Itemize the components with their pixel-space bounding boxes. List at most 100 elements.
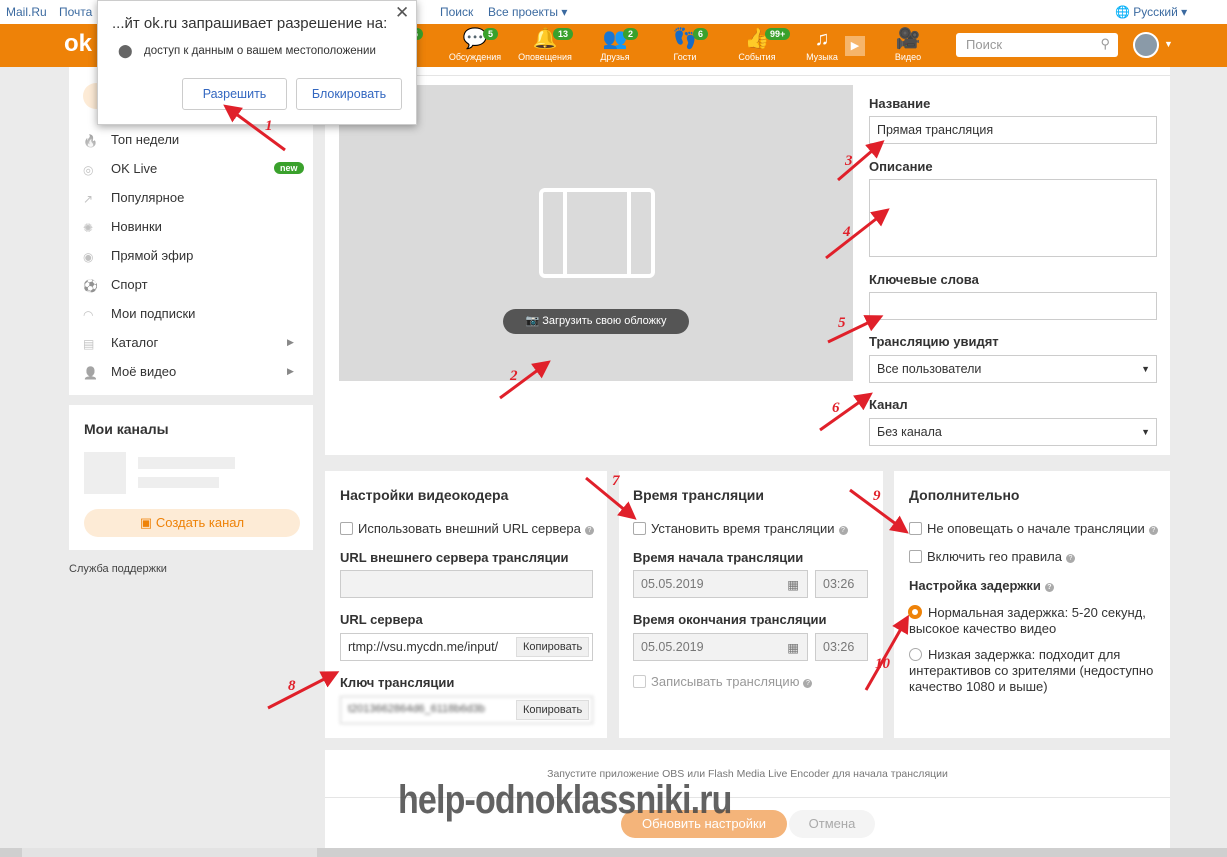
nav-label: Гости — [673, 52, 697, 62]
copy-server-url-button[interactable]: Копировать — [516, 637, 590, 657]
ok-logo[interactable]: ok — [64, 30, 92, 58]
watermark: help-odnoklassniki.ru — [398, 778, 732, 822]
copy-stream-key-button[interactable]: Копировать — [516, 700, 590, 720]
horizontal-scrollbar[interactable] — [0, 848, 1227, 857]
no-notify-label: Не оповещать о начале трансляции — [927, 521, 1145, 536]
nav-notifications[interactable]: 🔔 Оповещения 13 — [515, 26, 575, 62]
time-title: Время трансляции — [633, 487, 764, 503]
chevron-right-icon: ▶ — [287, 337, 294, 347]
nav-badge: 99+ — [765, 28, 791, 40]
end-date-input[interactable]: 05.05.2019 ▦ — [633, 633, 808, 661]
use-external-url-checkbox[interactable] — [340, 522, 353, 535]
language-select[interactable]: 🌐 Русский ▾ — [1115, 5, 1187, 19]
audience-label: Трансляцию увидят — [869, 334, 999, 349]
nav-friends[interactable]: 👥 Друзья 2 — [585, 26, 645, 62]
start-date-input[interactable]: 05.05.2019 ▦ — [633, 570, 808, 598]
help-icon[interactable]: ? — [584, 526, 594, 535]
sidebar-item[interactable]: ↗ Популярное — [69, 189, 313, 211]
sidebar-item-label: Топ недели — [111, 132, 180, 147]
divider — [325, 75, 1170, 76]
audience-select[interactable]: Все пользователи — [869, 355, 1157, 383]
film-icon — [539, 188, 655, 278]
nav-discussions[interactable]: 💬 Обсуждения 5 — [445, 26, 505, 62]
popup-title: ...йт ok.ru запрашивает разрешение на: — [112, 15, 388, 32]
record-checkbox[interactable] — [633, 675, 646, 688]
broadcast-icon: ◉ — [83, 250, 94, 264]
allow-button[interactable]: Разрешить — [182, 78, 287, 110]
start-time-label: Время начала трансляции — [633, 550, 804, 565]
start-time-input[interactable]: 03:26 — [815, 570, 868, 598]
user-icon: 👤 — [83, 366, 98, 380]
create-channel-label: Создать канал — [155, 515, 245, 530]
globe-icon: 🌐 — [1115, 5, 1130, 19]
my-channels-title: Мои каналы — [84, 421, 169, 437]
sidebar-item[interactable]: 👤 Моё видео ▶ — [69, 363, 313, 385]
support-link[interactable]: Служба поддержки — [69, 563, 167, 575]
sidebar-item-label: OK Live — [111, 161, 158, 176]
location-pin-icon: ⬤ — [118, 43, 133, 58]
nav-guests[interactable]: 👣 Гости 6 — [655, 26, 715, 62]
channel-label: Канал — [869, 397, 908, 412]
geo-rules-checkbox[interactable] — [909, 550, 922, 563]
channel-value: Без канала — [877, 425, 942, 439]
scrollbar-thumb[interactable] — [22, 848, 317, 857]
external-url-input[interactable] — [340, 570, 593, 598]
help-icon[interactable]: ? — [1065, 554, 1075, 563]
play-icon[interactable]: ▶ — [845, 36, 865, 56]
cancel-button[interactable]: Отмена — [789, 810, 875, 838]
sidebar-item[interactable]: ⚽ Спорт — [69, 276, 313, 298]
set-time-checkbox[interactable] — [633, 522, 646, 535]
link-mail[interactable]: Почта — [59, 5, 92, 19]
sidebar-item[interactable]: ✺ Новинки — [69, 218, 313, 240]
keywords-label: Ключевые слова — [869, 272, 979, 287]
calendar-icon[interactable]: ▦ — [787, 577, 799, 592]
sidebar-item-label: Мои подписки — [111, 306, 196, 321]
sidebar-item[interactable]: ◉ Прямой эфир — [69, 247, 313, 269]
search-input[interactable]: Поиск ⚲ — [956, 33, 1118, 57]
sidebar-item[interactable]: ▤ Каталог ▶ — [69, 334, 313, 356]
encoder-title: Настройки видеокодера — [340, 487, 509, 503]
stream-key-label: Ключ трансляции — [340, 675, 455, 690]
help-icon[interactable]: ? — [803, 679, 813, 688]
chevron-down-icon[interactable]: ▼ — [1164, 39, 1173, 49]
help-icon[interactable]: ? — [838, 526, 848, 535]
create-channel-button[interactable]: ▣ Создать канал — [84, 509, 300, 537]
skeleton-line — [138, 457, 235, 469]
block-button[interactable]: Блокировать — [296, 78, 402, 110]
sidebar-item[interactable]: 🔥 Топ недели — [69, 131, 313, 153]
end-time-label: Время окончания трансляции — [633, 612, 827, 627]
name-label: Название — [869, 96, 931, 111]
upload-cover-button[interactable]: 📷 Загрузить свою обложку — [503, 309, 689, 334]
no-notify-checkbox[interactable] — [909, 522, 922, 535]
calendar-icon[interactable]: ▦ — [787, 640, 799, 655]
name-input[interactable]: Прямая трансляция — [869, 116, 1157, 144]
camera-icon: 📷 — [525, 315, 540, 327]
nav-label: Обсуждения — [448, 52, 502, 62]
nav-video[interactable]: 🎥 Видео — [878, 26, 938, 62]
nav-badge: 2 — [623, 28, 639, 40]
rss-icon: ◠ — [83, 308, 94, 322]
end-time-input[interactable]: 03:26 — [815, 633, 868, 661]
record-label: Записывать трансляцию — [651, 674, 800, 689]
link-mailru[interactable]: Mail.Ru — [6, 5, 47, 19]
keywords-input[interactable] — [869, 292, 1157, 320]
nav-badge: 13 — [553, 28, 574, 40]
link-search[interactable]: Поиск — [440, 5, 473, 19]
description-label: Описание — [869, 159, 933, 174]
avatar[interactable] — [1133, 32, 1159, 58]
help-icon[interactable]: ? — [1148, 526, 1158, 535]
sidebar-item[interactable]: ◎ OK Live new — [69, 160, 313, 182]
description-textarea[interactable] — [869, 179, 1157, 257]
nav-events[interactable]: 👍 События 99+ — [727, 26, 791, 62]
nav-badge: 6 — [693, 28, 709, 40]
nav-music[interactable]: ♫ Музыка — [792, 26, 852, 62]
channel-select[interactable]: Без канала — [869, 418, 1157, 446]
link-all-projects[interactable]: Все проекты ▾ — [488, 5, 567, 19]
close-icon[interactable]: ✕ — [395, 3, 409, 23]
help-icon[interactable]: ? — [1044, 583, 1054, 592]
permission-popup: ...йт ok.ru запрашивает разрешение на: ✕… — [97, 0, 417, 125]
live-icon: ◎ — [83, 163, 94, 177]
channel-placeholder — [84, 452, 126, 494]
sidebar-item[interactable]: ◠ Мои подписки — [69, 305, 313, 327]
end-date-value: 05.05.2019 — [641, 640, 704, 654]
